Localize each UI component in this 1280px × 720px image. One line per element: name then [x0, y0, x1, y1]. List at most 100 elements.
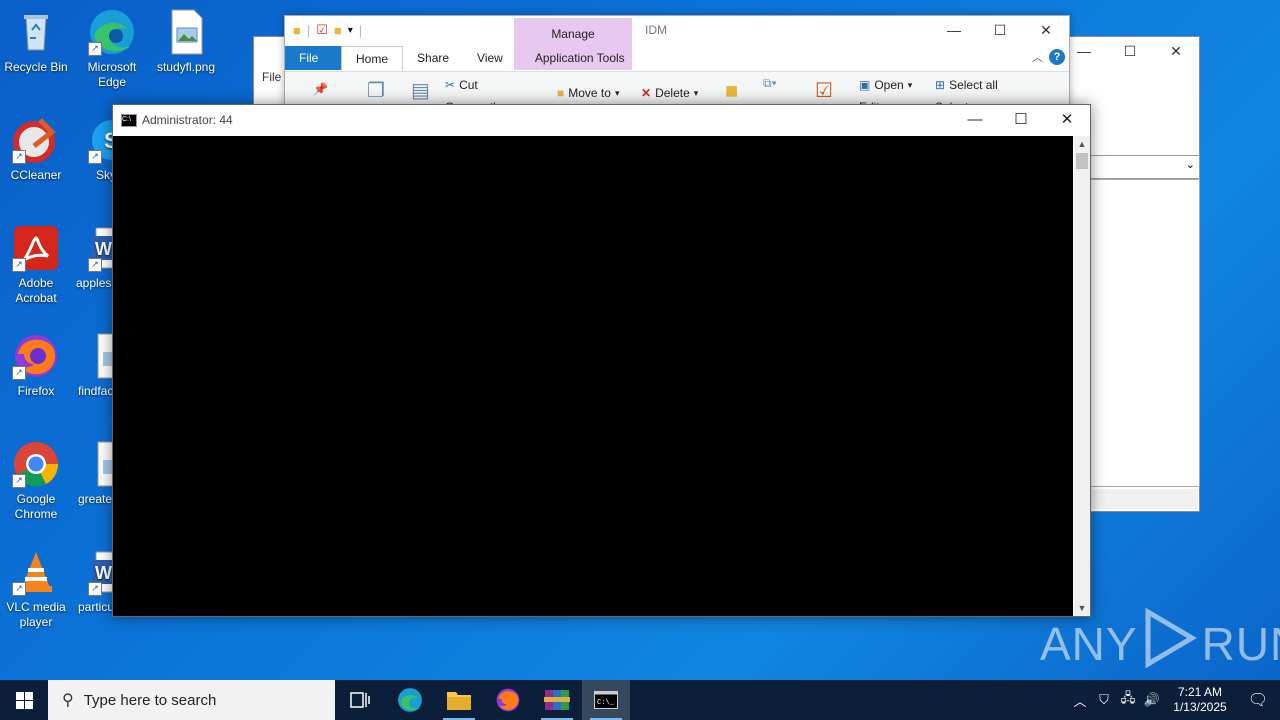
desktop-icon-ccleaner[interactable]: ↗ CCleaner	[0, 116, 72, 183]
minimize-button[interactable]: —	[952, 105, 998, 135]
open-button[interactable]: ▣ Open ▾	[859, 78, 912, 92]
show-hidden-icons-icon[interactable]: ︿	[1068, 691, 1092, 710]
shortcut-arrow-icon: ↗	[88, 150, 102, 164]
desktop-icon-google-chrome[interactable]: ↗ Google Chrome	[0, 440, 72, 522]
background-dropdown[interactable]: ⌄	[1090, 155, 1200, 179]
close-button[interactable]: ✕	[1153, 37, 1199, 65]
taskbar-edge[interactable]	[386, 680, 434, 720]
collapse-ribbon-icon[interactable]: ︿	[1032, 49, 1043, 65]
watermark-left: ANY	[1040, 617, 1138, 670]
watermark-right: RUN	[1201, 617, 1280, 670]
new-folder-icon[interactable]: ■	[725, 78, 738, 104]
taskbar-winrar[interactable]	[533, 680, 581, 720]
properties-icon[interactable]: ☑	[316, 22, 328, 38]
folder-icon	[447, 692, 471, 710]
start-button[interactable]	[0, 680, 48, 720]
desktop-icon-microsoft-edge[interactable]: ↗ Microsoft Edge	[76, 8, 148, 90]
explorer-caption-buttons: — ☐ ✕	[931, 16, 1069, 44]
desktop-icon-findfac[interactable]: findfac	[76, 332, 112, 399]
vlc-icon: ↗	[12, 548, 60, 596]
desktop-icon-label: VLC media player	[6, 600, 66, 629]
clock-time: 7:21 AM	[1177, 685, 1223, 699]
minimize-button[interactable]: —	[931, 16, 977, 44]
desktop-icon-greate[interactable]: greate	[76, 440, 112, 507]
tab-home[interactable]: Home	[341, 45, 404, 71]
desktop-icon-studyfl-png[interactable]: studyfl.png	[150, 8, 222, 75]
desktop-icon-label: greate	[78, 492, 112, 506]
task-view-button[interactable]	[336, 680, 384, 720]
shortcut-arrow-icon: ↗	[12, 150, 26, 164]
window-title: IDM	[645, 23, 667, 37]
scroll-up-icon[interactable]: ▲	[1074, 136, 1090, 152]
close-button[interactable]: ✕	[1044, 105, 1090, 135]
volume-icon[interactable]: 🔊	[1140, 692, 1164, 708]
taskbar-firefox[interactable]	[484, 680, 532, 720]
clock[interactable]: 7:21 AM 1/13/2025	[1164, 685, 1236, 715]
open-label: Open	[874, 78, 904, 92]
desktop-icon-particu[interactable]: W ↗ particu	[76, 548, 112, 615]
new-folder-icon[interactable]: ■	[334, 23, 342, 38]
scissors-icon: ✂	[445, 78, 456, 92]
shield-icon[interactable]: ⛉	[1092, 692, 1116, 708]
winrar-icon	[544, 690, 570, 710]
svg-text:C:\_: C:\_	[597, 699, 615, 707]
clock-date: 1/13/2025	[1173, 700, 1227, 714]
properties-check-icon[interactable]: ☑	[815, 78, 833, 103]
desktop-icon-label: studyfl.png	[156, 60, 216, 74]
taskbar-file-explorer[interactable]	[435, 680, 483, 720]
shortcut-arrow-icon: ↗	[12, 258, 26, 272]
paste-icon[interactable]: ▤	[411, 78, 430, 103]
taskbar-search-box[interactable]: ⚲ Type here to search	[48, 680, 335, 720]
desktop-icon-label: particu	[78, 600, 112, 614]
help-icon[interactable]: ?	[1049, 49, 1065, 65]
search-placeholder: Type here to search	[83, 691, 217, 709]
console-window[interactable]: C:\ Administrator: 44 — ☐ ✕ ▲ ▼	[112, 104, 1091, 617]
maximize-button[interactable]: ☐	[1107, 37, 1153, 65]
network-icon[interactable]: 🖧	[1116, 689, 1140, 711]
skype-icon: S ↗	[88, 116, 112, 164]
console-output-area[interactable]	[113, 136, 1073, 616]
tab-application-tools[interactable]: Application Tools	[521, 46, 639, 70]
maximize-button[interactable]: ☐	[977, 16, 1023, 44]
anyrun-watermark: ANY RUN	[1040, 607, 1280, 679]
explorer-window[interactable]: ■ | ☑ ■ ▾ | Manage IDM — ☐ ✕ File Home S…	[284, 15, 1070, 112]
copy-icon[interactable]: ❐	[367, 78, 385, 103]
system-tray: ︿ ⛉ 🖧 🔊 7:21 AM 1/13/2025 🗨	[1068, 680, 1280, 720]
windows-logo-icon	[15, 691, 33, 709]
desktop-icon-label: Firefox	[17, 384, 55, 398]
desktop-icon-recycle-bin[interactable]: Recycle Bin	[0, 8, 72, 75]
desktop-icon-firefox[interactable]: ↗ Firefox	[0, 332, 72, 399]
new-item-icon[interactable]: ⧉▾	[763, 76, 777, 91]
delete-button[interactable]: ✕ Delete ▾	[641, 86, 698, 100]
desktop-icon-sky[interactable]: S ↗ Sky	[76, 116, 112, 183]
desktop-icon-adobe-acrobat[interactable]: ↗ Adobe Acrobat	[0, 224, 72, 306]
qat-dropdown-icon[interactable]: ▾	[348, 25, 353, 36]
svg-text:S: S	[104, 128, 112, 153]
console-titlebar[interactable]: C:\ Administrator: 44 — ☐ ✕	[113, 105, 1090, 136]
desktop-icon-apples[interactable]: W ↗ apples	[76, 224, 112, 291]
ribbon-tabs: File Home Share View Application Tools	[285, 45, 1069, 71]
select-all-button[interactable]: ⊞ Select all	[935, 78, 998, 92]
cut-button[interactable]: ✂ Cut	[445, 78, 478, 92]
console-title: Administrator: 44	[142, 113, 233, 127]
scroll-thumb[interactable]	[1076, 153, 1088, 169]
console-scrollbar[interactable]: ▲ ▼	[1074, 136, 1090, 616]
desktop-icon-vlc[interactable]: ↗ VLC media player	[0, 548, 72, 630]
tab-view[interactable]: View	[463, 46, 517, 70]
move-to-button[interactable]: ■ Move to ▾	[557, 86, 619, 100]
notification-icon[interactable]: 🗨	[1236, 690, 1280, 710]
cut-label: Cut	[459, 78, 478, 92]
maximize-button[interactable]: ☐	[998, 105, 1044, 135]
firefox-icon	[496, 688, 520, 712]
close-button[interactable]: ✕	[1023, 16, 1069, 44]
delete-label: Delete	[655, 86, 690, 100]
background-file-tab[interactable]: File	[262, 70, 281, 84]
tab-share[interactable]: Share	[403, 46, 463, 70]
pin-icon[interactable]: 📌	[313, 82, 328, 96]
tab-file[interactable]: File	[285, 46, 341, 70]
taskbar-console[interactable]: C:\_	[582, 680, 630, 720]
shortcut-arrow-icon: ↗	[12, 366, 26, 380]
folder-icon[interactable]: ■	[293, 23, 301, 38]
console-caption-buttons: — ☐ ✕	[952, 105, 1090, 135]
manage-tab-label: Manage	[551, 27, 595, 41]
